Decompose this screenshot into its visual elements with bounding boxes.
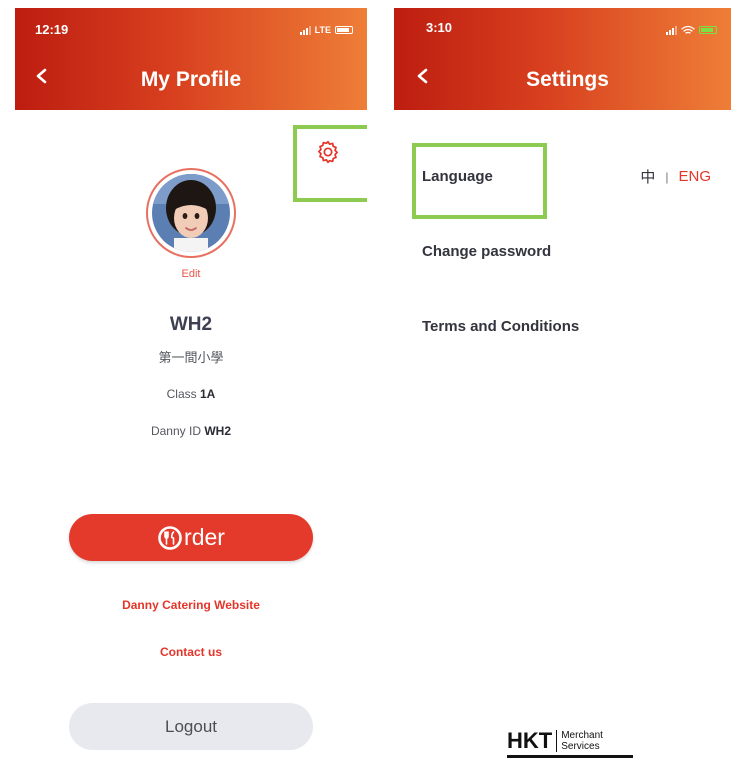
class-value: 1A bbox=[200, 387, 216, 401]
danny-id-label: Danny ID bbox=[150, 424, 201, 438]
settings-item-change-password[interactable]: Change password bbox=[422, 243, 551, 260]
highlight-box-language bbox=[412, 143, 547, 219]
page-title: My Profile bbox=[140, 68, 242, 91]
catering-website-link[interactable]: Danny Catering Website bbox=[15, 598, 367, 612]
class-info: Class 1A bbox=[15, 387, 367, 401]
danny-id-info: Danny ID WH2 bbox=[15, 424, 367, 438]
class-label: Class bbox=[166, 387, 197, 401]
status-indicators bbox=[666, 24, 717, 36]
user-name: WH2 bbox=[169, 314, 213, 335]
logo-line-2: Services bbox=[561, 741, 600, 752]
status-time: 3:10 bbox=[426, 20, 453, 35]
profile-photo bbox=[152, 174, 230, 252]
battery-icon bbox=[699, 26, 717, 34]
logo-divider bbox=[556, 730, 558, 752]
hkt-merchant-services-logo: HKT Merchant Services bbox=[507, 728, 603, 754]
danny-id-value: WH2 bbox=[204, 424, 232, 438]
status-indicators: LTE bbox=[299, 24, 353, 36]
wifi-icon bbox=[681, 25, 695, 34]
logo-underline bbox=[507, 755, 633, 758]
school-name: 第一間小學 bbox=[158, 350, 224, 365]
gear-icon bbox=[318, 140, 338, 164]
network-type: LTE bbox=[314, 25, 331, 35]
logo-line-1: Merchant bbox=[561, 730, 603, 741]
logo-subtitle: Merchant Services bbox=[561, 730, 603, 752]
settings-item-terms[interactable]: Terms and Conditions bbox=[422, 318, 579, 335]
hkt-logo-mark: HKT bbox=[507, 728, 553, 753]
battery-icon bbox=[335, 26, 353, 34]
cellular-signal-icon bbox=[666, 25, 677, 35]
status-time: 12:19 bbox=[35, 22, 69, 37]
language-separator: | bbox=[665, 169, 669, 184]
order-fork-knife-icon bbox=[158, 525, 182, 550]
settings-header: 3:10 Settings bbox=[394, 8, 731, 110]
cellular-signal-icon bbox=[299, 25, 311, 35]
language-option-english[interactable]: ENG bbox=[678, 168, 711, 185]
page-title: Settings bbox=[526, 68, 609, 91]
language-option-chinese[interactable]: 中 bbox=[640, 166, 655, 187]
order-label: rder bbox=[184, 524, 225, 550]
settings-screen: 3:10 Settings Language 中 | ENG Change pa… bbox=[394, 0, 731, 759]
contact-us-link[interactable]: Contact us bbox=[15, 645, 367, 659]
language-toggle: 中 | ENG bbox=[640, 166, 711, 187]
profile-header: 12:19 LTE My Profile bbox=[15, 8, 367, 110]
logout-button[interactable]: Logout bbox=[69, 703, 313, 750]
order-button[interactable]: rder bbox=[69, 514, 313, 561]
profile-screen: 12:19 LTE My Profile Edit WH2 第一間小學 Clas… bbox=[15, 0, 367, 759]
settings-button[interactable] bbox=[313, 137, 343, 167]
avatar[interactable] bbox=[146, 168, 236, 258]
edit-photo-link[interactable]: Edit bbox=[15, 268, 367, 280]
